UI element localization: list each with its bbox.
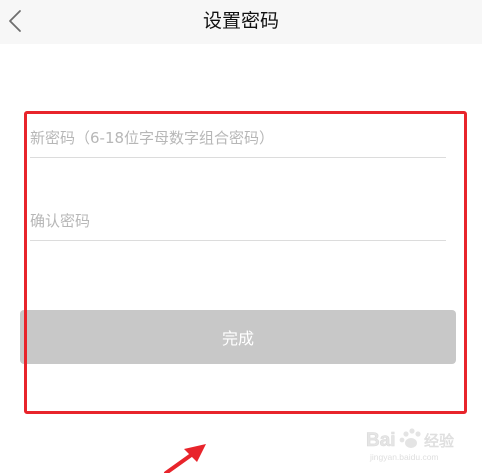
svg-text:jingyan.baidu.com: jingyan.baidu.com <box>369 452 439 462</box>
page-title: 设置密码 <box>202 10 279 32</box>
submit-button[interactable]: 完成 <box>20 310 456 364</box>
confirm-password-field[interactable] <box>30 201 446 241</box>
new-password-input[interactable] <box>30 118 446 157</box>
baidu-jingyan-watermark: Bai 经验 jingyan.baidu.com <box>366 428 454 462</box>
confirm-password-input[interactable] <box>30 201 446 240</box>
new-password-field[interactable] <box>30 118 446 158</box>
annotation-arrow-icon <box>164 444 206 473</box>
navigation-bar: 设置密码 <box>0 0 482 44</box>
svg-text:Bai: Bai <box>366 430 396 451</box>
svg-text:经验: 经验 <box>424 432 454 450</box>
